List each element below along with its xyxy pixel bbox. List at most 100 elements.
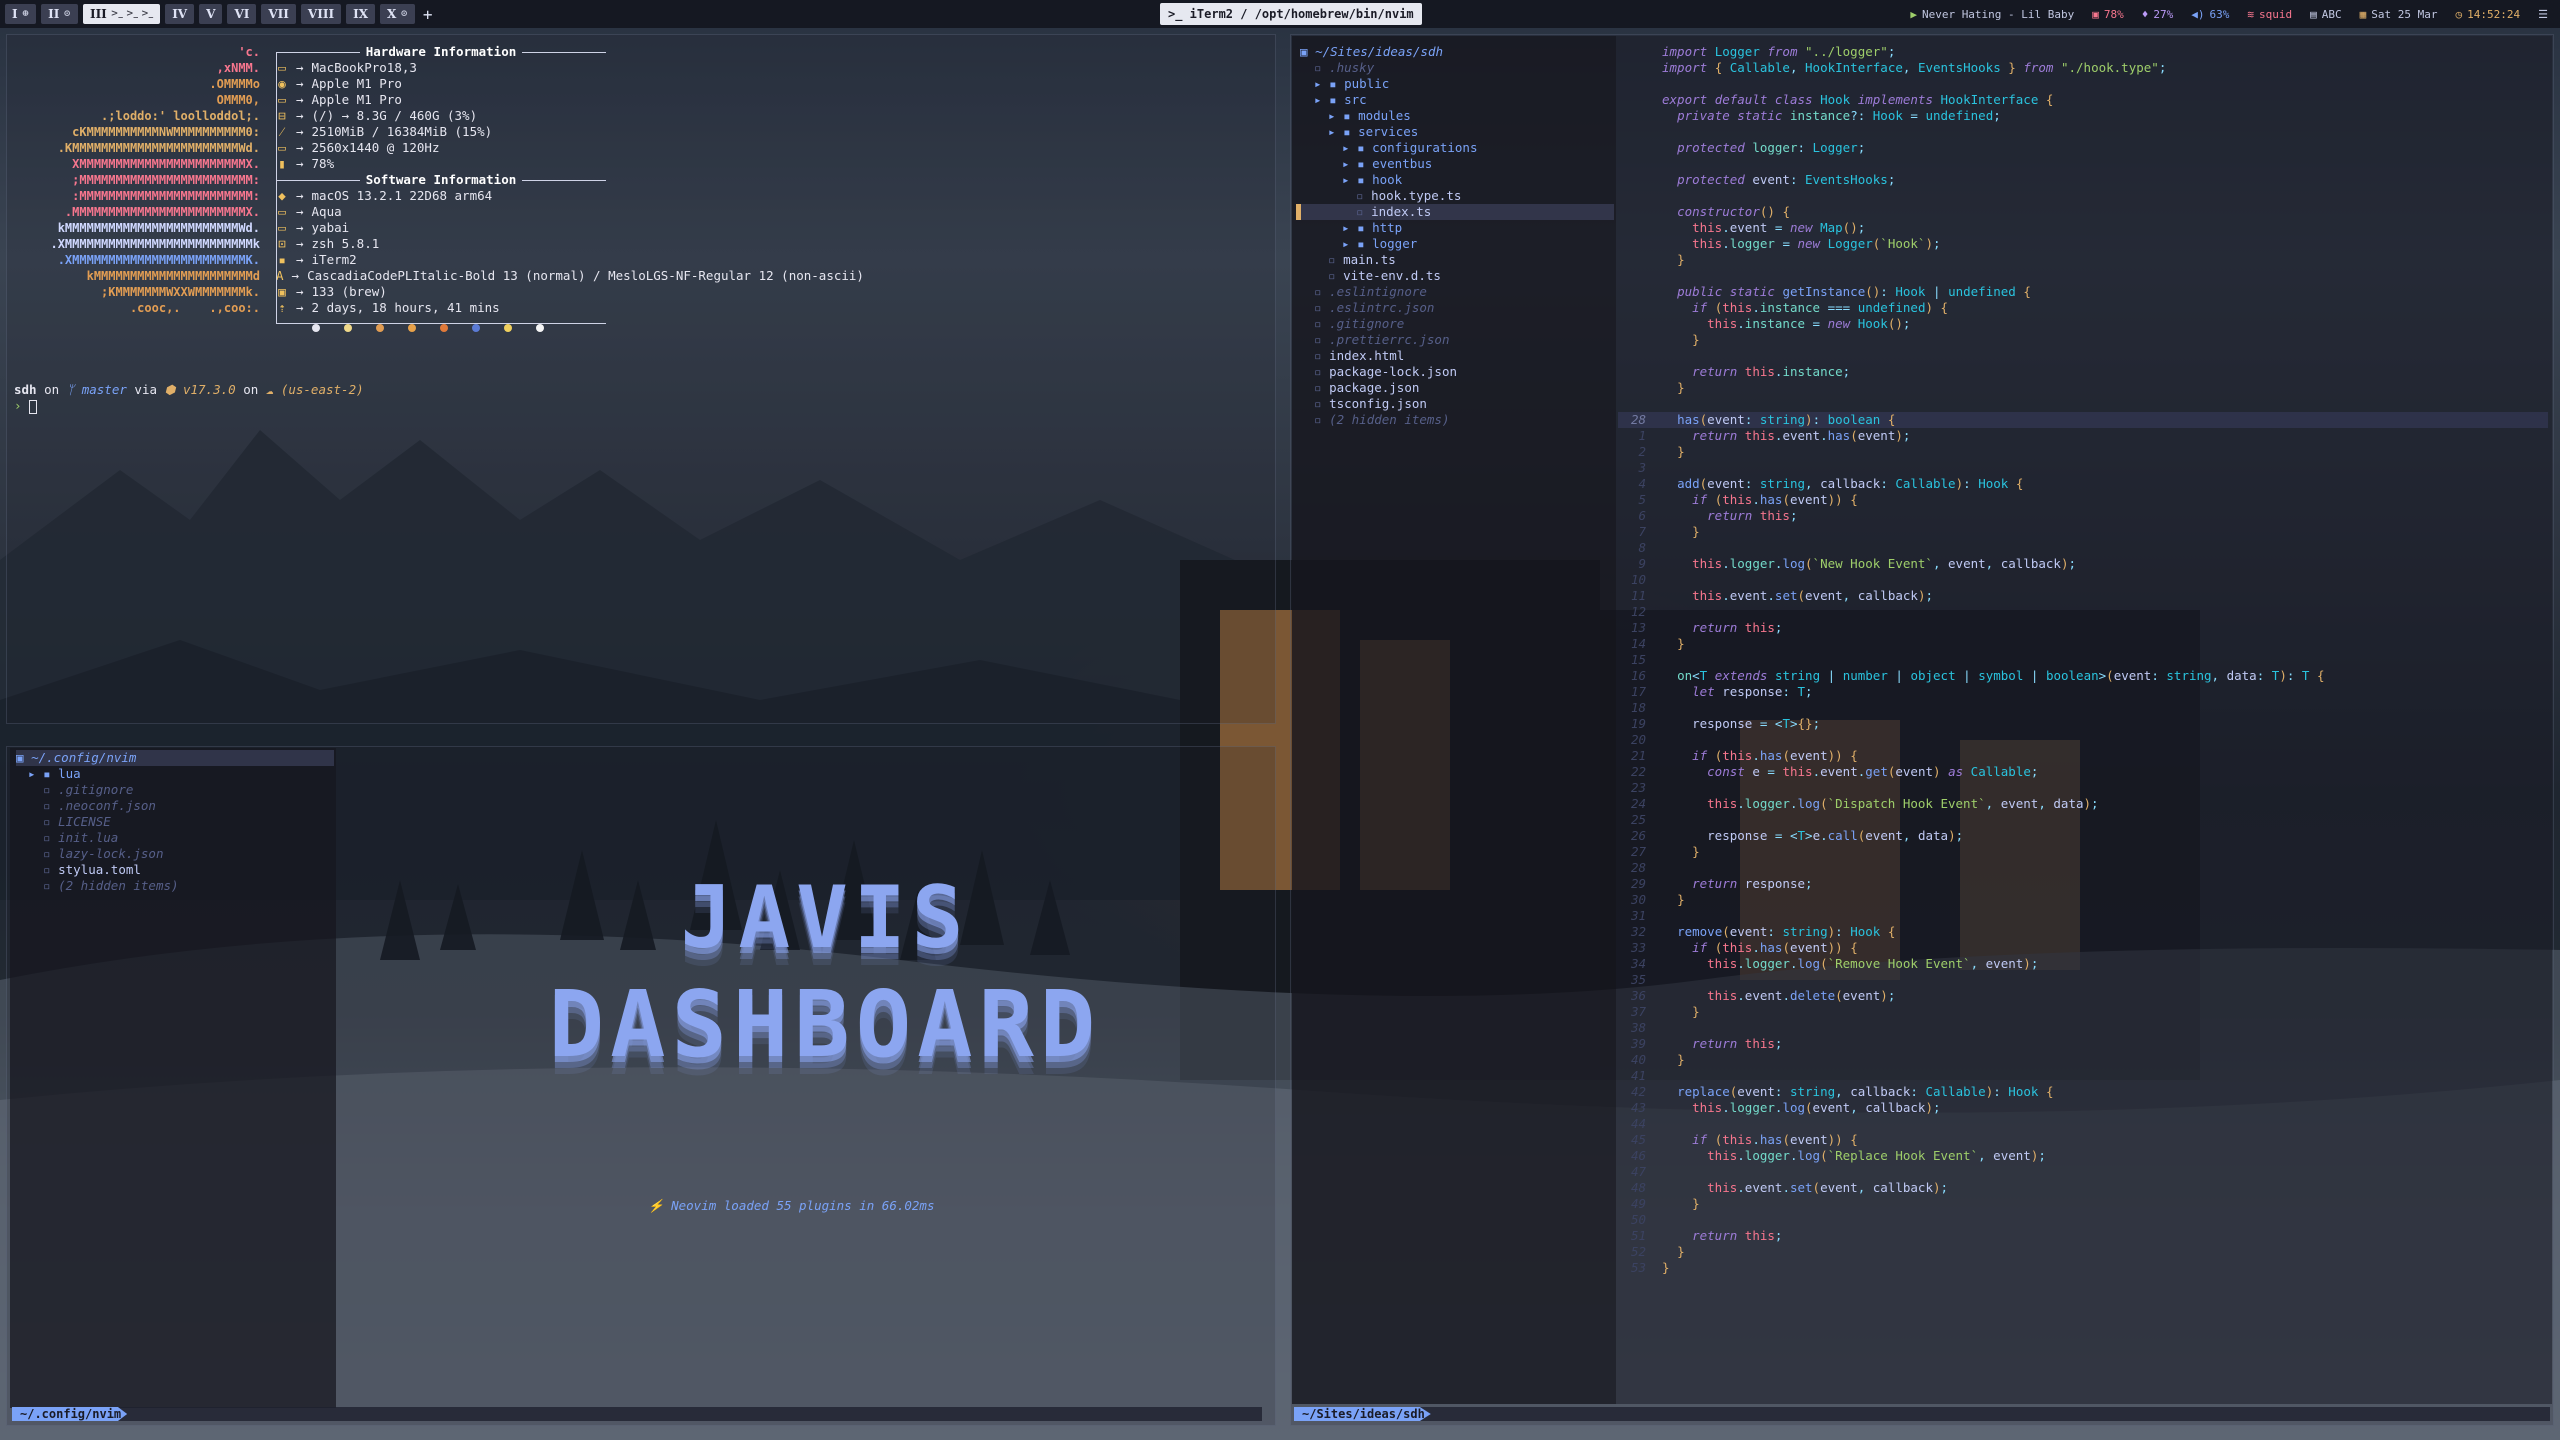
file-icon: ▫ (1314, 348, 1330, 363)
tree-item[interactable]: ▸ ▪ public (1300, 76, 1614, 92)
tree-root[interactable]: ▣ ~/.config/nvim (16, 750, 334, 766)
code-text: public static getInstance(): Hook | unde… (1677, 284, 2031, 299)
workspace-5[interactable]: V (199, 4, 223, 24)
code-line: 10 (1618, 572, 2548, 588)
tree-item[interactable]: ▫ lazy-lock.json (16, 846, 334, 862)
line-number (1618, 284, 1662, 300)
line-number: 15 (1630, 652, 1646, 667)
add-workspace-button[interactable]: + (423, 5, 433, 24)
battery-status[interactable]: ▣ 78% (2092, 8, 2124, 21)
workspace-3[interactable]: III >_ >_ >_ (82, 4, 161, 24)
workspace-6[interactable]: VI (227, 4, 257, 24)
tree-item[interactable]: ▫ main.ts (1300, 252, 1614, 268)
file-icon: ▫ (28, 846, 59, 861)
workspace-10[interactable]: X ⊙ (380, 4, 415, 24)
line-number: 43 (1630, 1100, 1646, 1115)
code-text: this.event.set(event, callback); (1707, 1180, 1949, 1195)
tree-item[interactable]: ▸ ▪ configurations (1300, 140, 1614, 156)
arrow-icon: → (296, 156, 304, 171)
line-number (1618, 60, 1662, 76)
line-number: 37 (1630, 1004, 1646, 1019)
code-line: 14 } (1618, 636, 2548, 652)
keyboard-status[interactable]: ▤ ABC (2310, 8, 2342, 21)
workspace-7[interactable]: VII (261, 4, 296, 24)
code-line: export default class Hook implements Hoo… (1618, 92, 2548, 108)
mic-status[interactable]: ♦ 27% (2142, 8, 2174, 21)
tree-item[interactable]: ▫ vite-env.d.ts (1300, 268, 1614, 284)
line-number: 8 (1638, 540, 1646, 555)
line-number: 32 (1630, 924, 1646, 939)
tree-item[interactable]: ▫ LICENSE (16, 814, 334, 830)
tree-item-label: stylua.toml (58, 862, 141, 877)
line-number: 48 (1630, 1180, 1646, 1195)
tree-item[interactable]: ▫ init.lua (16, 830, 334, 846)
tree-item[interactable]: ▫ (2 hidden items) (1300, 412, 1614, 428)
info-value: 2 days, 18 hours, 41 mins (311, 300, 500, 315)
tree-item-label: main.ts (1343, 252, 1396, 267)
code-line: 20 (1618, 732, 2548, 748)
tree-item[interactable]: ▸ ▪ modules (1300, 108, 1614, 124)
workspace-8[interactable]: VIII (300, 4, 342, 24)
code-editor[interactable]: import Logger from "../logger"; import { … (1618, 44, 2548, 1276)
workspace-9[interactable]: IX (346, 4, 376, 24)
tree-item[interactable]: ▸ ▪ http (1300, 220, 1614, 236)
tree-item[interactable]: ▫ package.json (1300, 380, 1614, 396)
file-icon: ▫ (1314, 284, 1330, 299)
tree-item[interactable]: ▸ ▪ lua (16, 766, 334, 782)
tree-item[interactable]: ▫ (2 hidden items) (16, 878, 334, 894)
tree-item[interactable]: ▸ ▪ logger (1300, 236, 1614, 252)
tree-item[interactable]: ▫ package-lock.json (1300, 364, 1614, 380)
tree-item[interactable]: ▫ .husky (1300, 60, 1614, 76)
info-row: ▣ → 133 (brew) (276, 284, 606, 300)
code-line: this.logger = new Logger(`Hook`); (1618, 236, 2548, 252)
code-line: return this.instance; (1618, 364, 2548, 380)
tree-item[interactable]: ▸ ▪ services (1300, 124, 1614, 140)
code-text: import Logger from "../logger"; (1662, 44, 1896, 59)
menu-icon[interactable]: ☰ (2538, 8, 2548, 21)
file-icon: ▫ (28, 862, 59, 877)
tree-root[interactable]: ▣ ~/Sites/ideas/sdh (1300, 44, 1614, 60)
tree-item[interactable]: ▫ .eslintrc.json (1300, 300, 1614, 316)
tree-item-label: configurations (1372, 140, 1478, 155)
tree-item[interactable]: ▫ index.ts (1300, 204, 1614, 220)
tree-item[interactable]: ▸ ▪ eventbus (1300, 156, 1614, 172)
tree-item[interactable]: ▫ .gitignore (1300, 316, 1614, 332)
workspace-label: IX (353, 7, 369, 21)
info-value: 133 (brew) (311, 284, 387, 299)
tree-item[interactable]: ▫ tsconfig.json (1300, 396, 1614, 412)
tree-item[interactable]: ▫ hook.type.ts (1300, 188, 1614, 204)
info-value: 2560x1440 @ 120Hz (311, 140, 440, 155)
code-line: 39 return this; (1618, 1036, 2548, 1052)
info-value: 2510MiB / 16384MiB (15%) (311, 124, 493, 139)
tree-item[interactable]: ▫ .eslintignore (1300, 284, 1614, 300)
date-status[interactable]: ▦ Sat 25 Mar (2360, 8, 2438, 21)
tree-item[interactable]: ▸ ▪ src (1300, 92, 1614, 108)
info-value: iTerm2 (311, 252, 357, 267)
tree-item[interactable]: ▸ ▪ hook (1300, 172, 1614, 188)
tree-item[interactable]: ▫ stylua.toml (16, 862, 334, 878)
file-icon: ▫ (1356, 204, 1372, 219)
tree-item[interactable]: ▫ index.html (1300, 348, 1614, 364)
code-line: 1 return this.event.has(event); (1618, 428, 2548, 444)
workspace-2[interactable]: II ⊙ (41, 4, 78, 24)
ascii-line: OMMM0, (216, 93, 260, 107)
software-header: Software Information (276, 172, 607, 188)
tree-item[interactable]: ▫ .prettierrc.json (1300, 332, 1614, 348)
file-icon: ▫ (1314, 300, 1330, 315)
code-line: 52 } (1618, 1244, 2548, 1260)
shell-prompt[interactable]: sdh on ᛘ master via ⬢ v17.3.0 on ☁ (us-e… (14, 382, 364, 414)
line-number: 6 (1638, 508, 1646, 523)
tree-item[interactable]: ▫ .neoconf.json (16, 798, 334, 814)
line-number: 10 (1630, 572, 1646, 587)
wifi-status[interactable]: ≋ squid (2247, 8, 2292, 21)
code-text: return response; (1692, 876, 1813, 891)
now-playing[interactable]: ▶ Never Hating - Lil Baby (1910, 8, 2074, 21)
line-number: 27 (1630, 844, 1646, 859)
tree-item[interactable]: ▫ .gitignore (16, 782, 334, 798)
workspace-4[interactable]: IV (165, 4, 195, 24)
code-line: import Logger from "../logger"; (1618, 44, 2548, 60)
clock-status[interactable]: ◷ 14:52:24 (2456, 8, 2521, 21)
volume-status[interactable]: ◀) 63% (2191, 8, 2229, 21)
line-number: 2 (1638, 444, 1646, 459)
workspace-1[interactable]: I ⊕ (5, 4, 37, 24)
